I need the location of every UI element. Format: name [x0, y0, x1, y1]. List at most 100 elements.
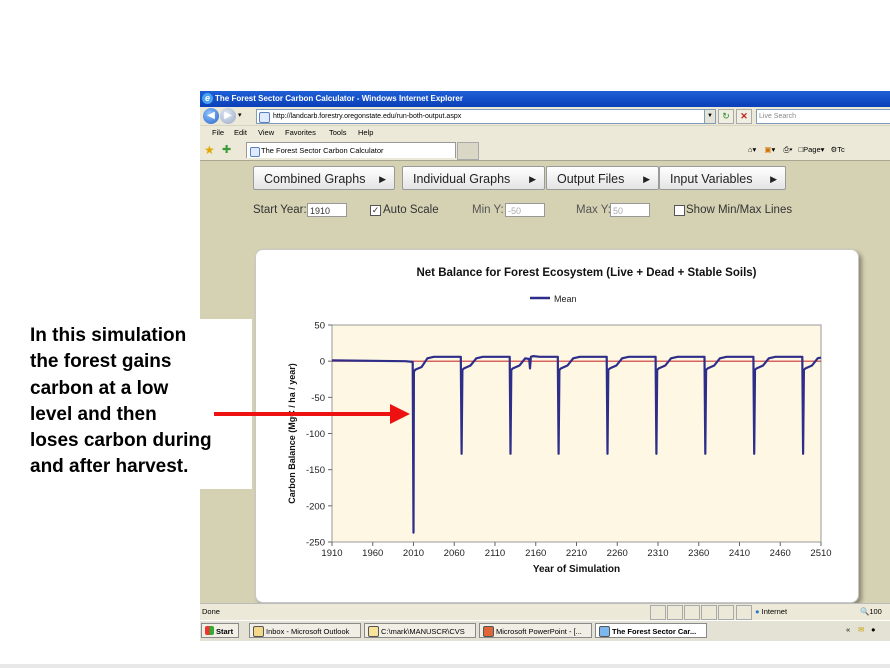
status-cell: [650, 605, 666, 620]
taskbar-item-outlook[interactable]: Inbox - Microsoft Outlook: [249, 623, 361, 638]
output-files-label: Output Files: [557, 172, 625, 186]
start-button[interactable]: Start: [201, 623, 239, 638]
output-files-button[interactable]: Output Files ▶: [546, 166, 659, 190]
start-label: Start: [216, 627, 234, 636]
status-cell: [684, 605, 700, 620]
status-cell: [667, 605, 683, 620]
taskbar-item-label: C:\mark\MANUSCR\CVS: [381, 627, 465, 636]
page-menu[interactable]: □Page▾: [799, 145, 825, 154]
input-variables-button[interactable]: Input Variables ▶: [659, 166, 786, 190]
outlook-icon: [253, 626, 264, 637]
individual-graphs-label: Individual Graphs: [413, 172, 511, 186]
address-row: ◀ ▶ ▾ http://landcarb.forestry.oregonsta…: [200, 107, 890, 125]
stop-icon[interactable]: ✕: [736, 109, 752, 124]
taskbar-item-label: Microsoft PowerPoint - [...: [496, 627, 582, 636]
graph-controls: Start Year: 1910 ✓ Auto Scale Min Y: -50…: [200, 199, 890, 221]
auto-scale-checkbox[interactable]: ✓: [370, 205, 381, 216]
legend-label: Mean: [554, 294, 577, 304]
status-cell: [701, 605, 717, 620]
tray-expand-icon[interactable]: «: [846, 621, 850, 639]
y-tick-label: -250: [306, 538, 325, 549]
x-tick-label: 2210: [566, 548, 587, 559]
refresh-icon[interactable]: ↻: [718, 109, 734, 124]
status-bar: Done ● Internet 🔍100: [200, 603, 890, 621]
max-y-label: Max Y:: [576, 204, 611, 216]
max-y-input[interactable]: 50: [610, 203, 650, 217]
back-arrow-icon[interactable]: ◀: [203, 108, 219, 124]
y-tick-label: -150: [306, 465, 325, 476]
taskbar: Start Inbox - Microsoft Outlook C:\mark\…: [200, 620, 890, 641]
x-tick-label: 2110: [485, 548, 505, 559]
add-favorite-icon[interactable]: ✚: [222, 143, 231, 156]
internet-zone: ● Internet: [755, 604, 787, 620]
live-search-input[interactable]: Live Search: [756, 109, 890, 124]
status-text: Done: [202, 607, 220, 616]
address-bar[interactable]: http://landcarb.forestry.oregonstate.edu…: [256, 109, 716, 124]
y-tick-label: -200: [306, 501, 325, 512]
combined-graphs-button[interactable]: Combined Graphs ▶: [253, 166, 395, 190]
menu-file[interactable]: File: [212, 126, 224, 140]
chart-title: Net Balance for Forest Ecosystem (Live +…: [416, 267, 756, 279]
chevron-right-icon: ▶: [379, 174, 386, 184]
menu-edit[interactable]: Edit: [234, 126, 247, 140]
auto-scale-label: Auto Scale: [383, 204, 439, 216]
tab-title: The Forest Sector Carbon Calculator: [261, 146, 384, 155]
menu-view[interactable]: View: [258, 126, 274, 140]
window-title: The Forest Sector Carbon Calculator - Wi…: [215, 94, 463, 103]
x-tick-label: 2060: [444, 548, 465, 559]
x-tick-label: 2510: [810, 548, 831, 559]
zoom-level: 100: [869, 607, 882, 616]
favorites-star-icon[interactable]: ★: [204, 143, 215, 157]
taskbar-item-label: The Forest Sector Car...: [612, 627, 697, 636]
address-dropdown-icon[interactable]: ▼: [704, 109, 716, 124]
tab-row: ★ ✚ The Forest Sector Carbon Calculator …: [200, 140, 890, 160]
show-minmax-label: Show Min/Max Lines: [686, 204, 793, 216]
tray-app-icon: ●: [871, 625, 876, 634]
command-bar: ⌂▾ ▣▾ ⎙▾ □Page▾ ⚙Tc: [748, 145, 845, 154]
y-tick-label: 50: [314, 321, 325, 332]
individual-graphs-button[interactable]: Individual Graphs ▶: [402, 166, 545, 190]
y-tick-label: -100: [306, 429, 325, 440]
x-tick-label: 2460: [770, 548, 791, 559]
tools-menu[interactable]: ⚙Tc: [831, 145, 845, 154]
input-variables-label: Input Variables: [670, 172, 753, 186]
chevron-right-icon: ▶: [529, 174, 536, 184]
zoom-control[interactable]: 🔍100: [860, 604, 882, 620]
x-tick-label: 1960: [362, 548, 383, 559]
arrow-head: [390, 404, 410, 424]
start-year-input[interactable]: 1910: [307, 203, 347, 217]
x-tick-label: 2260: [607, 548, 628, 559]
taskbar-item-powerpoint[interactable]: Microsoft PowerPoint - [...: [479, 623, 592, 638]
ie-icon: [599, 626, 610, 637]
chevron-right-icon: ▶: [643, 174, 650, 184]
home-icon[interactable]: ⌂▾: [748, 145, 756, 154]
powerpoint-icon: [483, 626, 494, 637]
combined-graphs-label: Combined Graphs: [264, 172, 366, 186]
tab-current[interactable]: The Forest Sector Carbon Calculator: [246, 142, 456, 158]
menu-favorites[interactable]: Favorites: [285, 126, 316, 140]
min-y-input[interactable]: -50: [505, 203, 545, 217]
x-tick-label: 1910: [321, 548, 342, 559]
forward-arrow-icon[interactable]: ▶: [220, 108, 236, 124]
x-tick-label: 2360: [688, 548, 709, 559]
ie-logo-icon: e: [202, 93, 213, 104]
taskbar-item-ie[interactable]: The Forest Sector Car...: [595, 623, 707, 638]
menu-help[interactable]: Help: [358, 126, 373, 140]
tray-mail-icon: ✉: [858, 625, 865, 634]
taskbar-item-label: Inbox - Microsoft Outlook: [266, 627, 350, 636]
x-axis-label: Year of Simulation: [533, 564, 620, 575]
taskbar-item-folder[interactable]: C:\mark\MANUSCR\CVS: [364, 623, 476, 638]
menu-bar: File Edit View Favorites Tools Help: [200, 125, 890, 141]
x-tick-label: 2010: [403, 548, 424, 559]
show-minmax-checkbox[interactable]: [674, 205, 685, 216]
history-dropdown-icon[interactable]: ▾: [238, 111, 242, 119]
start-year-label: Start Year:: [253, 204, 307, 216]
status-cell: [718, 605, 734, 620]
new-tab-button[interactable]: [457, 142, 479, 160]
windows-logo-icon: [205, 626, 214, 635]
menu-tools[interactable]: Tools: [329, 126, 347, 140]
y-tick-label: 0: [320, 357, 325, 368]
zone-label: Internet: [761, 607, 788, 616]
address-url: http://landcarb.forestry.oregonstate.edu…: [273, 113, 462, 120]
folder-icon: [368, 626, 379, 637]
